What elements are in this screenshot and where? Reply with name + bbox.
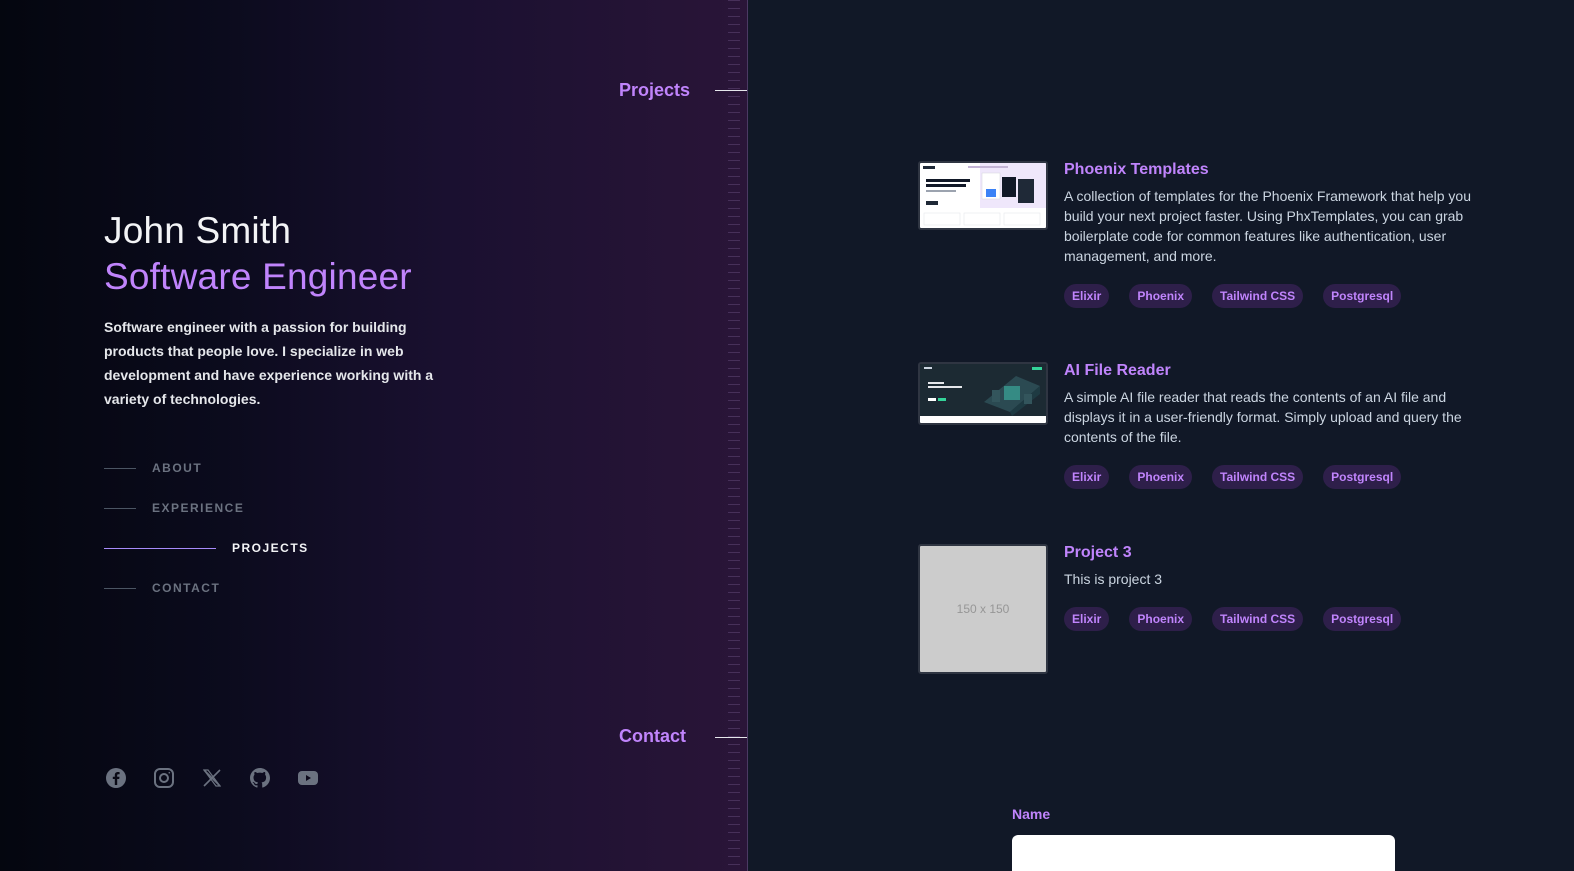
tag: Phoenix [1129, 284, 1193, 308]
project-info: AI File Reader A simple AI file reader t… [1064, 362, 1494, 489]
section-nav: ABOUT EXPERIENCE PROJECTS CONTACT [104, 458, 309, 618]
youtube-icon[interactable] [296, 766, 320, 790]
nav-label: CONTACT [152, 581, 221, 595]
project-tags: Elixir Phoenix Tailwind CSS Postgresql [1064, 607, 1494, 631]
tag: Postgresql [1323, 284, 1402, 308]
project-card-ai-file-reader: AI File Reader A simple AI file reader t… [918, 362, 1498, 489]
nav-label: ABOUT [152, 461, 203, 475]
nav-line [104, 547, 216, 549]
nav-label: EXPERIENCE [152, 501, 245, 515]
project-tags: Elixir Phoenix Tailwind CSS Postgresql [1064, 465, 1494, 489]
project-thumbnail[interactable]: 150 x 150 [918, 544, 1048, 674]
tag: Tailwind CSS [1212, 607, 1304, 631]
scroll-ruler [728, 0, 740, 871]
tag: Tailwind CSS [1212, 284, 1304, 308]
section-label-projects: Projects [619, 80, 691, 100]
x-icon[interactable] [200, 766, 224, 790]
project-thumbnail[interactable] [918, 362, 1048, 425]
placeholder-image: 150 x 150 [920, 546, 1046, 672]
project-description: A simple AI file reader that reads the c… [1064, 389, 1462, 445]
tag: Elixir [1064, 465, 1110, 489]
nav-item-about[interactable]: ABOUT [104, 458, 309, 478]
project-info: Phoenix Templates A collection of templa… [1064, 161, 1494, 308]
project-card-phoenix-templates: Phoenix Templates A collection of templa… [918, 161, 1498, 308]
tag: Phoenix [1129, 607, 1193, 631]
section-label-contact: Contact [619, 726, 686, 746]
nav-line [104, 507, 136, 509]
nav-item-projects[interactable]: PROJECTS [104, 538, 309, 558]
panel-divider [747, 0, 748, 871]
project-title[interactable]: Phoenix Templates [1064, 161, 1494, 179]
tag: Elixir [1064, 284, 1110, 308]
nav-line [104, 467, 136, 469]
name-field[interactable] [1012, 835, 1395, 871]
project-tags: Elixir Phoenix Tailwind CSS Postgresql [1064, 284, 1494, 308]
project-card-project-3: 150 x 150 Project 3 This is project 3 El… [918, 544, 1498, 674]
tag: Elixir [1064, 607, 1110, 631]
tag: Postgresql [1323, 607, 1402, 631]
tag: Tailwind CSS [1212, 465, 1304, 489]
nav-item-experience[interactable]: EXPERIENCE [104, 498, 309, 518]
tag: Postgresql [1323, 465, 1402, 489]
project-description: A collection of templates for the Phoeni… [1064, 188, 1471, 264]
nav-item-contact[interactable]: CONTACT [104, 578, 309, 598]
social-links [104, 766, 320, 790]
nav-label: PROJECTS [232, 541, 309, 555]
profile-name: John Smith [104, 210, 292, 251]
project-description: This is project 3 [1064, 571, 1163, 587]
phoenix-templates-screenshot-icon [920, 163, 1046, 228]
github-icon[interactable] [248, 766, 272, 790]
ai-file-reader-screenshot-icon [920, 364, 1046, 423]
tag: Phoenix [1129, 465, 1193, 489]
section-tick-projects [715, 90, 747, 91]
profile-bio: Software engineer with a passion for bui… [104, 319, 434, 407]
project-title[interactable]: AI File Reader [1064, 362, 1494, 380]
name-field-label: Name [1012, 806, 1051, 822]
instagram-icon[interactable] [152, 766, 176, 790]
profile-role: Software Engineer [104, 256, 412, 297]
section-tick-contact [715, 737, 747, 738]
facebook-icon[interactable] [104, 766, 128, 790]
project-info: Project 3 This is project 3 Elixir Phoen… [1064, 544, 1494, 674]
project-thumbnail[interactable] [918, 161, 1048, 230]
nav-line [104, 587, 136, 589]
project-title[interactable]: Project 3 [1064, 544, 1494, 562]
